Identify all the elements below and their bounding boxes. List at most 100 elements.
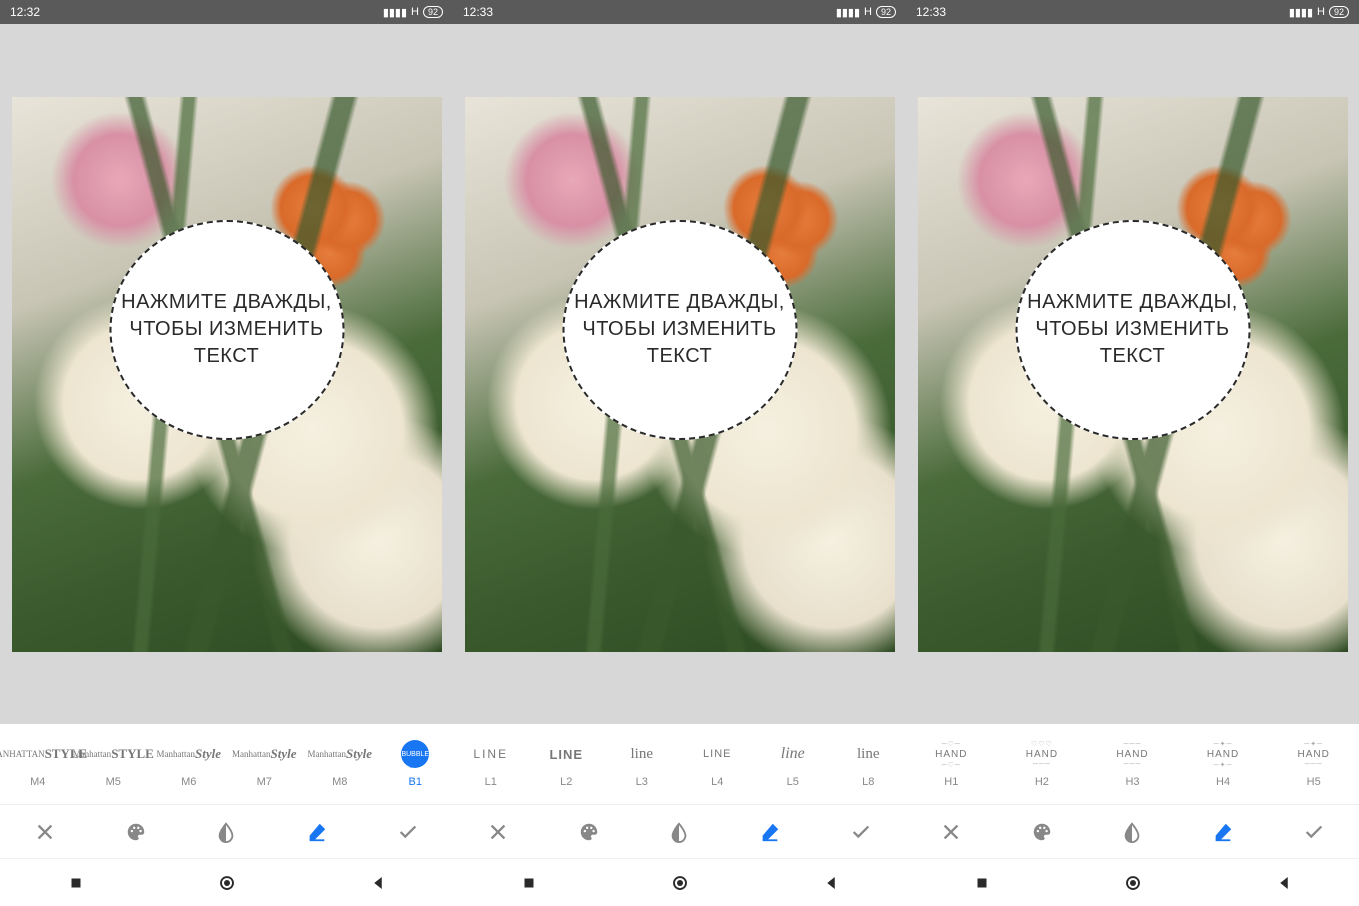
home-button[interactable] (671, 874, 689, 892)
style-code: B1 (409, 776, 422, 788)
style-item-l5[interactable]: lineL5 (755, 724, 831, 804)
style-preview: LINE (473, 740, 508, 768)
eraser-button[interactable] (1203, 812, 1243, 852)
style-preview: ─♡─HAND─♡─ (935, 740, 967, 768)
bubble-placeholder-text[interactable]: Нажмите дважды, чтобы изменить текст (121, 289, 332, 370)
triangle-back-icon (822, 874, 840, 892)
confirm-button[interactable] (841, 812, 881, 852)
opacity-button[interactable] (1112, 812, 1152, 852)
speech-bubble-overlay[interactable]: Нажмите дважды, чтобы изменить текст (562, 220, 797, 440)
confirm-button[interactable] (1294, 812, 1334, 852)
style-code: M5 (106, 776, 121, 788)
style-item-l2[interactable]: LINEL2 (529, 724, 605, 804)
style-preview: ♡♡♡HAND─── (1026, 740, 1058, 768)
square-icon (973, 874, 991, 892)
style-code: L1 (485, 776, 497, 788)
back-button[interactable] (369, 874, 387, 892)
text-style-strip[interactable]: MANHATTANSTYLE M4 ManhattanSTYLE M5 Manh… (0, 724, 453, 804)
style-item-l3[interactable]: lineL3 (604, 724, 680, 804)
photo-preview[interactable]: Нажмите дважды, чтобы изменить текст (12, 97, 442, 652)
close-button[interactable] (931, 812, 971, 852)
eraser-icon (1212, 821, 1234, 843)
circle-icon (1124, 874, 1142, 892)
close-button[interactable] (478, 812, 518, 852)
back-button[interactable] (822, 874, 840, 892)
palette-button[interactable] (1022, 812, 1062, 852)
android-nav-bar (0, 858, 453, 906)
edit-toolbar (0, 804, 453, 858)
style-item-l4[interactable]: LINEL4 (680, 724, 756, 804)
check-icon (397, 821, 419, 843)
edit-toolbar (453, 804, 906, 858)
photo-preview[interactable]: Нажмите дважды, чтобы изменить текст (465, 97, 895, 652)
style-preview: ManhattanStyle (308, 740, 373, 768)
eraser-button[interactable] (750, 812, 790, 852)
palette-button[interactable] (569, 812, 609, 852)
opacity-button[interactable] (659, 812, 699, 852)
status-time: 12:32 (10, 5, 40, 19)
style-item-l8[interactable]: lineL8 (831, 724, 907, 804)
style-item-b1[interactable]: BUBBLE B1 (378, 724, 454, 804)
palette-icon (1031, 821, 1053, 843)
style-item-h4[interactable]: ─✦─HAND─✦─H4 (1178, 724, 1269, 804)
editor-canvas[interactable]: Нажмите дважды, чтобы изменить текст (453, 24, 906, 724)
speech-bubble-overlay[interactable]: Нажмите дважды, чтобы изменить текст (109, 220, 344, 440)
editor-canvas[interactable]: Нажмите дважды, чтобы изменить текст (0, 24, 453, 724)
square-icon (67, 874, 85, 892)
text-style-strip[interactable]: LINE L1 LINEL2 lineL3 LINEL4 lineL5 lineL… (453, 724, 906, 804)
style-code: M7 (257, 776, 272, 788)
style-preview: ─✦─HAND─── (1298, 740, 1330, 768)
style-code: L8 (862, 776, 874, 788)
bubble-shape: Нажмите дважды, чтобы изменить текст (1015, 220, 1250, 440)
style-item-h3[interactable]: ───HAND───H3 (1087, 724, 1178, 804)
confirm-button[interactable] (388, 812, 428, 852)
style-item-h1[interactable]: ─♡─HAND─♡─H1 (906, 724, 997, 804)
bubble-shape: Нажмите дважды, чтобы изменить текст (109, 220, 344, 440)
phone-screen-1: 12:32 ▮▮▮▮ H 92 Нажмите дважды, чтобы из… (0, 0, 453, 906)
check-icon (1303, 821, 1325, 843)
droplet-icon (1121, 821, 1143, 843)
palette-button[interactable] (116, 812, 156, 852)
photo-preview[interactable]: Нажмите дважды, чтобы изменить текст (918, 97, 1348, 652)
text-style-strip[interactable]: ─♡─HAND─♡─H1 ♡♡♡HAND─── H2 ───HAND───H3 ─… (906, 724, 1359, 804)
bubble-shape: Нажмите дважды, чтобы изменить текст (562, 220, 797, 440)
bubble-placeholder-text[interactable]: Нажмите дважды, чтобы изменить текст (574, 289, 785, 370)
phone-screen-2: 12:33 ▮▮▮▮ H 92 Нажмите дважды, чтобы из… (453, 0, 906, 906)
bubble-placeholder-text[interactable]: Нажмите дважды, чтобы изменить текст (1027, 289, 1238, 370)
style-item-m6[interactable]: ManhattanStyle M6 (151, 724, 227, 804)
recent-apps-button[interactable] (520, 874, 538, 892)
close-icon (487, 821, 509, 843)
recent-apps-button[interactable] (67, 874, 85, 892)
battery-indicator: 92 (423, 6, 443, 18)
eraser-button[interactable] (297, 812, 337, 852)
style-preview: ManhattanStyle (157, 740, 222, 768)
close-button[interactable] (25, 812, 65, 852)
style-item-m8[interactable]: ManhattanStyle M8 (302, 724, 378, 804)
home-button[interactable] (218, 874, 236, 892)
status-indicators: ▮▮▮▮ H 92 (1289, 6, 1349, 19)
recent-apps-button[interactable] (973, 874, 991, 892)
style-item-m5[interactable]: ManhattanSTYLE M5 (76, 724, 152, 804)
check-icon (850, 821, 872, 843)
style-code: L4 (711, 776, 723, 788)
style-code: H4 (1216, 776, 1230, 788)
status-bar: 12:33 ▮▮▮▮ H 92 (453, 0, 906, 24)
speech-bubble-overlay[interactable]: Нажмите дважды, чтобы изменить текст (1015, 220, 1250, 440)
style-item-h5[interactable]: ─✦─HAND───H5 (1268, 724, 1359, 804)
triangle-back-icon (1275, 874, 1293, 892)
circle-icon (671, 874, 689, 892)
opacity-button[interactable] (206, 812, 246, 852)
style-code: L2 (560, 776, 572, 788)
back-button[interactable] (1275, 874, 1293, 892)
style-item-l1[interactable]: LINE L1 (453, 724, 529, 804)
network-type: H (864, 6, 872, 18)
style-item-h2[interactable]: ♡♡♡HAND─── H2 (997, 724, 1088, 804)
style-code: H2 (1035, 776, 1049, 788)
status-indicators: ▮▮▮▮ H 92 (383, 6, 443, 19)
style-item-m4[interactable]: MANHATTANSTYLE M4 (0, 724, 76, 804)
home-button[interactable] (1124, 874, 1142, 892)
style-item-m7[interactable]: ManhattanStyle M7 (227, 724, 303, 804)
style-preview: ManhattanSTYLE (73, 740, 154, 768)
editor-canvas[interactable]: Нажмите дважды, чтобы изменить текст (906, 24, 1359, 724)
palette-icon (125, 821, 147, 843)
